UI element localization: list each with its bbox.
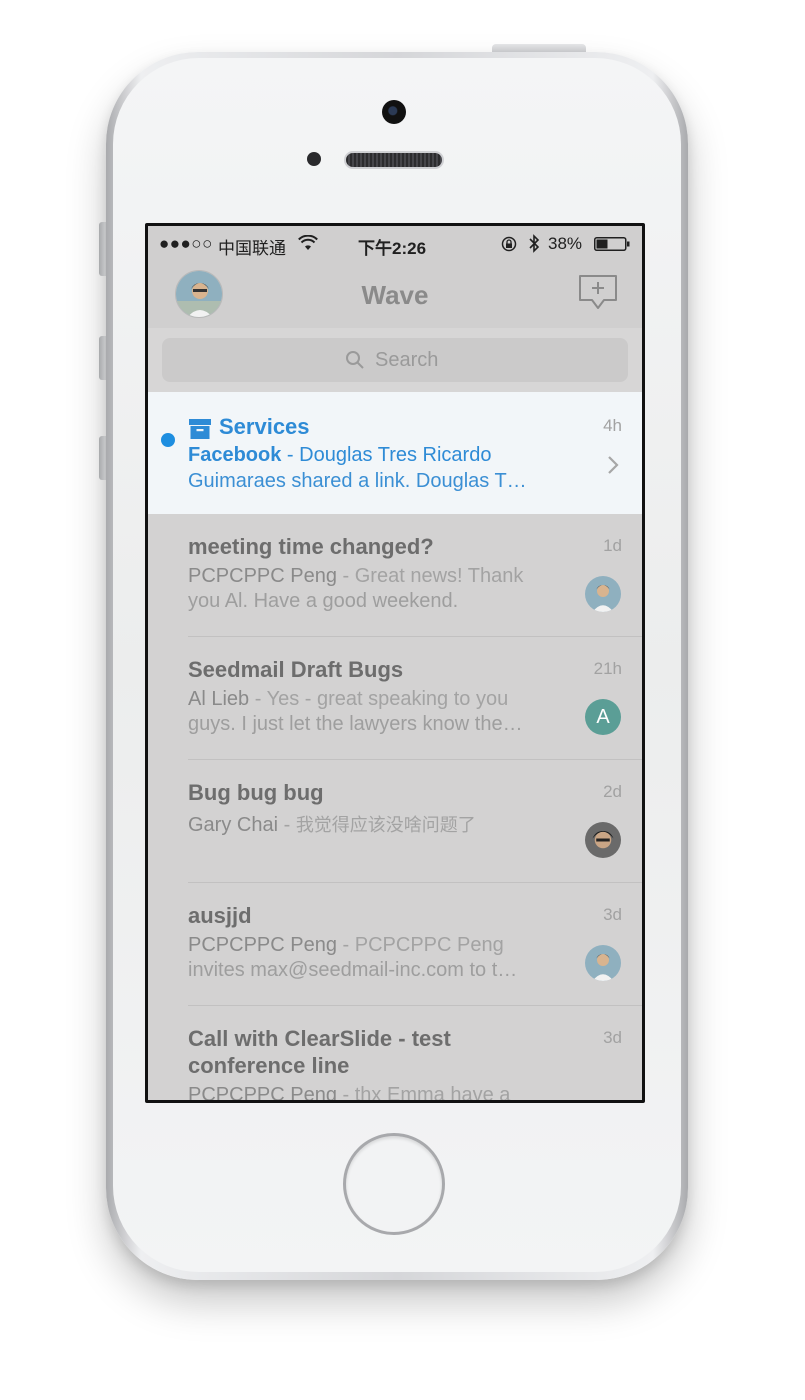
thread-preview-line1: Al Lieb - Yes - great speaking to you bbox=[188, 688, 508, 711]
thread-preview-line1: PCPCPPC Peng - PCPCPPC Peng bbox=[188, 934, 504, 957]
thread-row[interactable]: Services 4h Facebook - Douglas Tres Rica… bbox=[148, 392, 642, 514]
thread-time: 1d bbox=[603, 536, 622, 555]
thread-sender: Gary Chai bbox=[188, 814, 279, 836]
thread-separator: - bbox=[336, 565, 355, 587]
home-button[interactable] bbox=[343, 1133, 445, 1235]
thread-separator: - bbox=[336, 934, 355, 956]
thread-time: 2d bbox=[603, 782, 622, 801]
thread-sender: Al Lieb bbox=[188, 688, 250, 710]
app-viewport: ●●●○○ 中国联通 下午2:26 38% Wave Search Servic… bbox=[148, 226, 642, 1100]
thread-subject: meeting time changed? bbox=[188, 534, 434, 559]
signal-strength: ●●●○○ bbox=[159, 234, 213, 253]
thread-time: 21h bbox=[593, 659, 622, 678]
status-bar: ●●●○○ 中国联通 下午2:26 38% bbox=[148, 226, 642, 262]
thread-time: 3d bbox=[603, 905, 622, 924]
thread-subject-line2: conference line bbox=[188, 1053, 350, 1078]
unread-dot bbox=[161, 433, 175, 447]
sender-avatar bbox=[585, 576, 621, 612]
thread-row[interactable]: Bug bug bug 2d Gary Chai - 我觉得应该没啥问题了 bbox=[148, 760, 642, 883]
thread-time: 3d bbox=[603, 1028, 622, 1047]
nav-bar: Wave bbox=[148, 262, 642, 328]
thread-preview: Douglas Tres Ricardo bbox=[299, 444, 492, 466]
thread-row[interactable]: Seedmail Draft Bugs 21h Al Lieb - Yes - … bbox=[148, 637, 642, 760]
thread-row[interactable]: meeting time changed? 1d PCPCPPC Peng - … bbox=[148, 514, 642, 637]
archive-icon bbox=[189, 419, 211, 439]
thread-separator: - bbox=[281, 444, 300, 466]
status-time: 下午2:26 bbox=[358, 239, 427, 258]
thread-sender: Facebook bbox=[188, 444, 282, 466]
battery-percent: 38% bbox=[548, 234, 583, 253]
thread-preview: Great news! Thank bbox=[354, 565, 524, 587]
thread-time: 4h bbox=[603, 416, 622, 435]
app-title: Wave bbox=[361, 280, 429, 310]
search-input[interactable]: Search bbox=[162, 338, 628, 382]
compose-icon[interactable] bbox=[578, 274, 618, 312]
search-icon bbox=[346, 351, 364, 369]
battery-icon bbox=[594, 237, 630, 251]
sender-avatar: A bbox=[585, 699, 621, 735]
thread-preview: 我觉得应该没啥问题了 bbox=[295, 815, 476, 836]
thread-separator: - bbox=[278, 814, 296, 836]
thread-subject: Bug bug bug bbox=[188, 780, 324, 805]
thread-sender: PCPCPPC Peng bbox=[188, 565, 337, 587]
sender-avatar bbox=[585, 822, 621, 858]
thread-preview: PCPCPPC Peng bbox=[354, 934, 504, 956]
thread-subject: ausjjd bbox=[188, 903, 252, 928]
thread-preview-line1: PCPCPPC Peng - thx Emma have a bbox=[188, 1084, 510, 1100]
carrier-name: 中国联通 bbox=[218, 239, 286, 258]
thread-preview-line2: Guimaraes shared a link. Douglas T… bbox=[188, 470, 527, 492]
thread-preview: Yes - great speaking to you bbox=[266, 688, 509, 710]
thread-preview-line1: Gary Chai - 我觉得应该没啥问题了 bbox=[188, 811, 476, 837]
thread-preview-line1: PCPCPPC Peng - Great news! Thank bbox=[188, 565, 523, 588]
bluetooth-icon bbox=[529, 234, 540, 253]
thread-row[interactable]: ausjjd 3d PCPCPPC Peng - PCPCPPC Peng in… bbox=[148, 883, 642, 1006]
sender-avatar bbox=[585, 945, 621, 981]
thread-subject: Call with ClearSlide - test bbox=[188, 1026, 451, 1051]
search-placeholder: Search bbox=[375, 349, 439, 371]
thread-sender: PCPCPPC Peng bbox=[188, 934, 337, 956]
thread-list: Services 4h Facebook - Douglas Tres Rica… bbox=[148, 392, 642, 1100]
thread-preview: thx Emma have a bbox=[354, 1084, 511, 1100]
thread-preview-line1: Facebook - Douglas Tres Ricardo bbox=[188, 444, 491, 467]
thread-row[interactable]: Call with ClearSlide - test conference l… bbox=[148, 1006, 642, 1100]
thread-separator: - bbox=[249, 688, 267, 710]
earpiece-speaker bbox=[344, 151, 444, 169]
thread-preview-line2: guys. I just let the lawyers know the… bbox=[188, 713, 523, 735]
chevron-right-icon bbox=[608, 456, 619, 474]
wifi-icon bbox=[298, 235, 318, 250]
phone-screen: ●●●○○ 中国联通 下午2:26 38% Wave Search Servic… bbox=[145, 223, 645, 1103]
proximity-sensor bbox=[307, 152, 321, 166]
thread-preview-line2: invites max@seedmail-inc.com to t… bbox=[188, 959, 518, 981]
front-camera bbox=[382, 100, 406, 124]
thread-preview-line2: you Al. Have a good weekend. bbox=[188, 590, 459, 612]
rotation-lock-icon bbox=[501, 236, 517, 252]
thread-sender: PCPCPPC Peng bbox=[188, 1084, 337, 1100]
search-area: Search bbox=[148, 328, 642, 392]
thread-subject: Seedmail Draft Bugs bbox=[188, 657, 404, 682]
thread-separator: - bbox=[336, 1084, 355, 1100]
thread-subject: Services bbox=[219, 414, 310, 439]
